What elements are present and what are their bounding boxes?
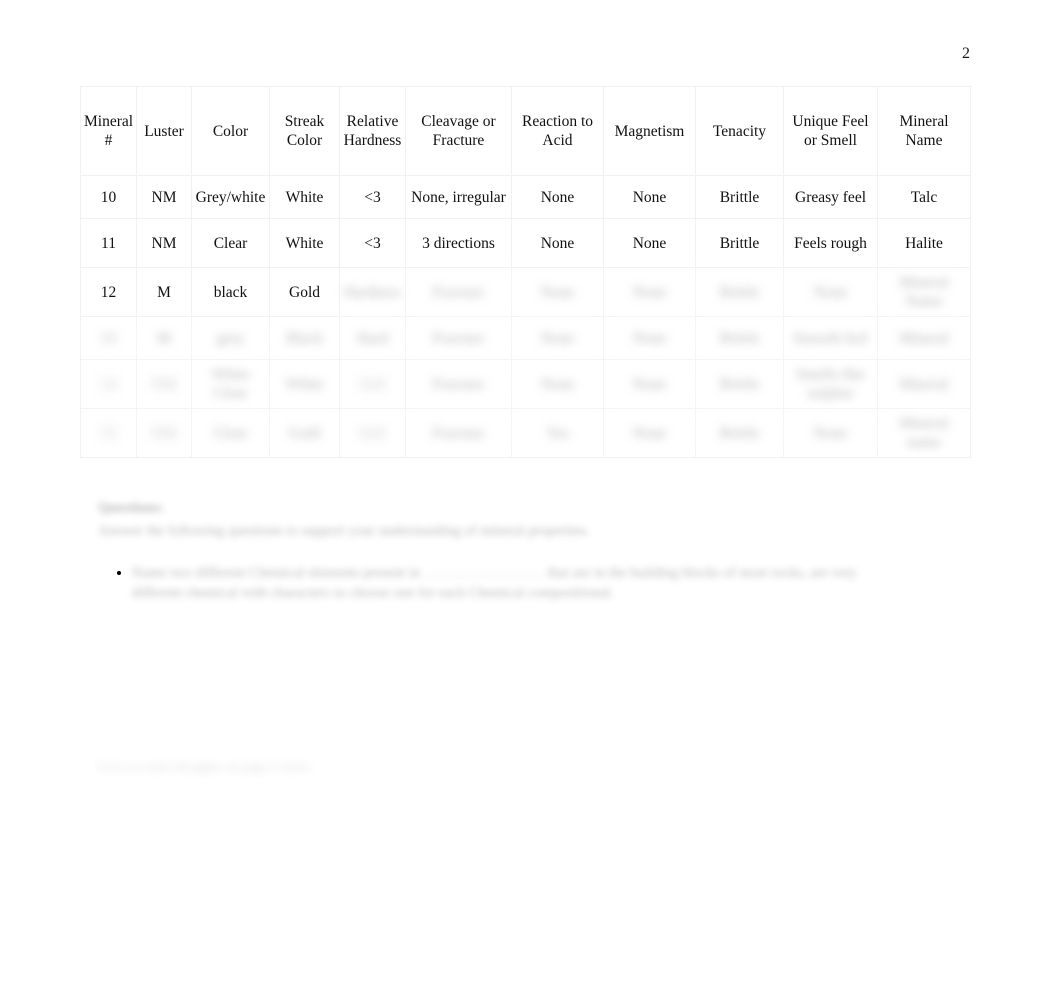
cell-unique-feel-or-smell: None [783, 408, 878, 458]
questions-list: Name two different Chemical elements pre… [98, 563, 898, 603]
cell-relative-hardness: Soft [339, 359, 406, 409]
cell-mineral-name: Halite [877, 218, 971, 268]
cell-unique-feel-or-smell: Feels rough [783, 218, 878, 268]
cell-magnetism: None [603, 408, 696, 458]
cell-luster: NM [136, 359, 192, 409]
cell-luster: M [136, 267, 192, 317]
page-number: 2 [962, 45, 970, 62]
cell-relative-hardness: <3 [339, 175, 406, 219]
cell-mineral-name: Mineral [877, 359, 971, 409]
column-header-relative-hardness: Relative Hardness [339, 86, 406, 176]
questions-intro: Answer the following questions to suppor… [98, 523, 590, 539]
cell-tenacity: Brittle [695, 267, 784, 317]
cell-cleavage-or-fracture: Fracture [405, 408, 512, 458]
table-row: 12 M black Gold Hardness Fracture None N… [80, 267, 971, 317]
cell-mineral-number: 13 [80, 316, 137, 360]
question-text-before-blank: Name two different Chemical elements pre… [132, 565, 421, 581]
cell-color: Clear [191, 218, 270, 268]
table-row: 11 NM Clear White <3 3 directions None N… [80, 218, 971, 268]
cell-mineral-number: 10 [80, 175, 137, 219]
column-header-mineral-number: Mineral # [80, 86, 137, 176]
cell-streak-color: Gold [269, 408, 340, 458]
cell-tenacity: Brittle [695, 175, 784, 219]
document-page: 2 Mineral # Luster Color Streak Color Re… [0, 0, 1062, 1006]
table-row: 14 NM White Clear White Soft Fracture No… [80, 359, 971, 409]
cell-cleavage-or-fracture: Fracture [405, 359, 512, 409]
cell-tenacity: Brittle [695, 408, 784, 458]
cell-mineral-name: Mineral name [877, 408, 971, 458]
cell-magnetism: None [603, 218, 696, 268]
table-row: 13 M grey Black Hard Fracture None None … [80, 316, 971, 360]
cell-tenacity: Brittle [695, 316, 784, 360]
cell-color: grey [191, 316, 270, 360]
cell-streak-color: Gold [269, 267, 340, 317]
cell-unique-feel-or-smell: Smooth feel [783, 316, 878, 360]
column-header-unique-feel-or-smell: Unique Feel or Smell [783, 86, 878, 176]
cell-reaction-to-acid: Yes [511, 408, 604, 458]
cell-relative-hardness: Hardness [339, 267, 406, 317]
cell-color: White Clear [191, 359, 270, 409]
cell-relative-hardness: Soft [339, 408, 406, 458]
cell-reaction-to-acid: None [511, 359, 604, 409]
column-header-tenacity: Tenacity [695, 86, 784, 176]
table-row: 15 NM Clear Gold Soft Fracture Yes None … [80, 408, 971, 458]
cell-color: black [191, 267, 270, 317]
cell-mineral-number: 11 [80, 218, 137, 268]
cell-tenacity: Brittle [695, 218, 784, 268]
column-header-reaction-to-acid: Reaction to Acid [511, 86, 604, 176]
cell-luster: NM [136, 175, 192, 219]
cell-magnetism: None [603, 175, 696, 219]
answer-blank-field[interactable] [423, 576, 544, 577]
cell-relative-hardness: Hard [339, 316, 406, 360]
cell-color: Grey/white [191, 175, 270, 219]
cell-mineral-name: Mineral [877, 316, 971, 360]
cell-mineral-name: Mineral Name [877, 267, 971, 317]
cell-reaction-to-acid: None [511, 316, 604, 360]
column-header-mineral-name: Mineral Name [877, 86, 971, 176]
cell-streak-color: White [269, 175, 340, 219]
cell-streak-color: White [269, 218, 340, 268]
column-header-cleavage-or-fracture: Cleavage or Fracture [405, 86, 512, 176]
cell-streak-color: Black [269, 316, 340, 360]
questions-section: Questions: Answer the following question… [98, 498, 898, 609]
cell-unique-feel-or-smell: None [783, 267, 878, 317]
cell-magnetism: None [603, 267, 696, 317]
cell-streak-color: White [269, 359, 340, 409]
cell-mineral-name: Talc [877, 175, 971, 219]
list-item: Name two different Chemical elements pre… [132, 563, 898, 603]
cell-mineral-number: 14 [80, 359, 137, 409]
cell-luster: NM [136, 218, 192, 268]
cell-cleavage-or-fracture: Fracture [405, 267, 512, 317]
cell-mineral-number: 12 [80, 267, 137, 317]
cell-reaction-to-acid: None [511, 218, 604, 268]
cell-cleavage-or-fracture: None, irregular [405, 175, 512, 219]
cell-tenacity: Brittle [695, 359, 784, 409]
mineral-identification-table: Mineral # Luster Color Streak Color Rela… [80, 86, 971, 458]
column-header-magnetism: Magnetism [603, 86, 696, 176]
cell-luster: NM [136, 408, 192, 458]
cell-cleavage-or-fracture: 3 directions [405, 218, 512, 268]
table-row: 10 NM Grey/white White <3 None, irregula… [80, 175, 971, 219]
cell-reaction-to-acid: None [511, 175, 604, 219]
cell-cleavage-or-fracture: Fracture [405, 316, 512, 360]
mineral-table-container: Mineral # Luster Color Streak Color Rela… [80, 86, 971, 458]
column-header-streak-color: Streak Color [269, 86, 340, 176]
cell-magnetism: None [603, 359, 696, 409]
cell-unique-feel-or-smell: Smells like sulphur [783, 359, 878, 409]
cell-mineral-number: 15 [80, 408, 137, 458]
column-header-color: Color [191, 86, 270, 176]
column-header-luster: Luster [136, 86, 192, 176]
cell-reaction-to-acid: None [511, 267, 604, 317]
cell-unique-feel-or-smell: Greasy feel [783, 175, 878, 219]
cell-relative-hardness: <3 [339, 218, 406, 268]
footer-note: Give us some thoughts on page 2 notes. [98, 759, 313, 774]
cell-luster: M [136, 316, 192, 360]
table-header-row: Mineral # Luster Color Streak Color Rela… [80, 86, 971, 176]
cell-color: Clear [191, 408, 270, 458]
questions-heading: Questions: [98, 500, 165, 516]
cell-magnetism: None [603, 316, 696, 360]
